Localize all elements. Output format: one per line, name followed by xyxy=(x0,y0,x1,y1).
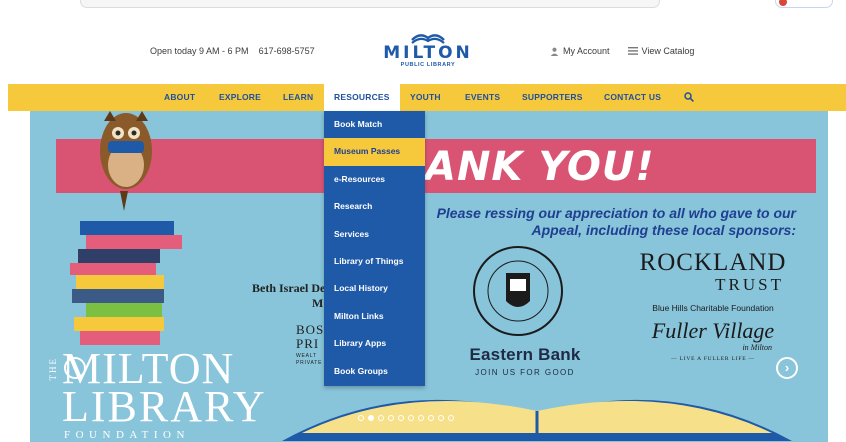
slider-dot[interactable] xyxy=(358,415,364,421)
resources-dropdown: Book Match Museum Passes e-Resources Res… xyxy=(324,111,425,386)
search-icon[interactable] xyxy=(684,92,694,102)
address-bar[interactable] xyxy=(80,0,660,8)
list-icon xyxy=(627,47,638,55)
my-account-link[interactable]: My Account xyxy=(563,46,610,56)
slider-dot[interactable] xyxy=(418,415,424,421)
logo-word: MILTON xyxy=(383,43,473,63)
beth-israel-text: Beth Israel De xyxy=(252,281,326,295)
hero-slider: ANK YOU! Please ressing our appreciation… xyxy=(30,111,828,442)
slider-dot[interactable] xyxy=(388,415,394,421)
menu-item-research[interactable]: Research xyxy=(324,193,425,220)
banner-text: ANK YOU! xyxy=(425,144,655,190)
rockland-word: ROCKLAND xyxy=(639,249,787,276)
milton-academy-seal xyxy=(473,246,563,336)
menu-item-museum-passes[interactable]: Museum Passes xyxy=(324,138,425,166)
slider-dot[interactable] xyxy=(368,415,374,421)
profile-dot-icon xyxy=(779,0,787,6)
slider-dot[interactable] xyxy=(438,415,444,421)
beth-israel-text-2: M xyxy=(312,296,324,310)
nav-item-events[interactable]: EVENTS xyxy=(465,84,500,111)
nav-item-supporters[interactable]: SUPPORTERS xyxy=(522,84,583,111)
menu-item-services[interactable]: Services xyxy=(324,221,425,248)
slider-dot[interactable] xyxy=(378,415,384,421)
hours-info: Open today 9 AM - 6 PM 617-698-5757 xyxy=(150,46,315,56)
sponsor-eastern-bank: Eastern Bank JOIN US FOR GOOD xyxy=(450,345,600,377)
blue-hills-text: Blue Hills Charitable Foundation xyxy=(652,303,774,313)
user-icon xyxy=(550,47,559,56)
sponsor-beth-israel: Beth Israel De M xyxy=(252,281,325,311)
eastern-bank-name: Eastern Bank xyxy=(469,345,581,364)
fuller-tagline: — LIVE A FULLER LIFE — xyxy=(671,356,755,362)
menu-item-library-of-things[interactable]: Library of Things xyxy=(324,248,425,275)
menu-item-book-match[interactable]: Book Match xyxy=(324,111,425,138)
fuller-village-name: Fuller Village xyxy=(651,318,775,343)
site-header: Open today 9 AM - 6 PM 617-698-5757 MILT… xyxy=(0,14,846,84)
nav-item-resources[interactable]: RESOURCES xyxy=(324,84,400,111)
sponsor-bos: BOS PRI xyxy=(296,323,324,351)
mlf-library: LIBRARY xyxy=(62,382,267,431)
sponsor-wealth: WEALT PRIVATE xyxy=(296,353,322,367)
hours-text: Open today 9 AM - 6 PM xyxy=(150,46,249,56)
nav-item-learn[interactable]: LEARN xyxy=(283,84,313,111)
browser-strip xyxy=(0,0,846,14)
menu-item-library-apps[interactable]: Library Apps xyxy=(324,330,425,357)
sponsor-fuller-village: Fuller Village in Milton — LIVE A FULLER… xyxy=(638,318,788,363)
main-nav: ABOUT EXPLORE LEARN RESOURCES YOUTH EVEN… xyxy=(8,84,846,111)
milton-logo[interactable]: MILTON PUBLIC LIBRARY xyxy=(378,28,478,82)
bos-text: BOS xyxy=(296,322,325,337)
trust-word: TRUST xyxy=(715,275,784,294)
mlf-foundation: FOUNDATION xyxy=(64,429,190,441)
wealth-text: WEALT xyxy=(296,353,317,359)
slider-dot[interactable] xyxy=(448,415,454,421)
menu-item-book-groups[interactable]: Book Groups xyxy=(324,358,425,385)
menu-item-milton-links[interactable]: Milton Links xyxy=(324,303,425,330)
nav-item-youth[interactable]: YOUTH xyxy=(410,84,441,111)
private-text: PRIVATE xyxy=(296,360,323,366)
phone-link[interactable]: 617-698-5757 xyxy=(259,46,315,56)
fuller-in-milton: in Milton xyxy=(742,343,772,352)
book-logo-icon xyxy=(411,34,445,44)
slider-dot[interactable] xyxy=(428,415,434,421)
menu-item-e-resources[interactable]: e-Resources xyxy=(324,166,425,193)
nav-item-contact-us[interactable]: CONTACT US xyxy=(604,84,661,111)
slider-dot[interactable] xyxy=(398,415,404,421)
mlf-the: THE xyxy=(48,357,58,381)
sponsor-rockland-trust: ROCKLAND TRUST Blue Hills Charitable Fou… xyxy=(638,249,788,313)
menu-item-local-history[interactable]: Local History xyxy=(324,275,425,302)
owl-books-illustration xyxy=(70,111,182,345)
next-arrow-icon[interactable]: › xyxy=(776,357,798,379)
account-links: My Account View Catalog xyxy=(550,46,694,56)
slider-dot[interactable] xyxy=(408,415,414,421)
slider-dots xyxy=(358,415,454,421)
prev-arrow-icon[interactable]: ‹ xyxy=(64,357,86,379)
profile-pill[interactable] xyxy=(775,0,833,8)
view-catalog-link[interactable]: View Catalog xyxy=(642,46,695,56)
nav-item-explore[interactable]: EXPLORE xyxy=(219,84,261,111)
pri-text: PRI xyxy=(296,336,320,351)
nav-item-about[interactable]: ABOUT xyxy=(164,84,195,111)
